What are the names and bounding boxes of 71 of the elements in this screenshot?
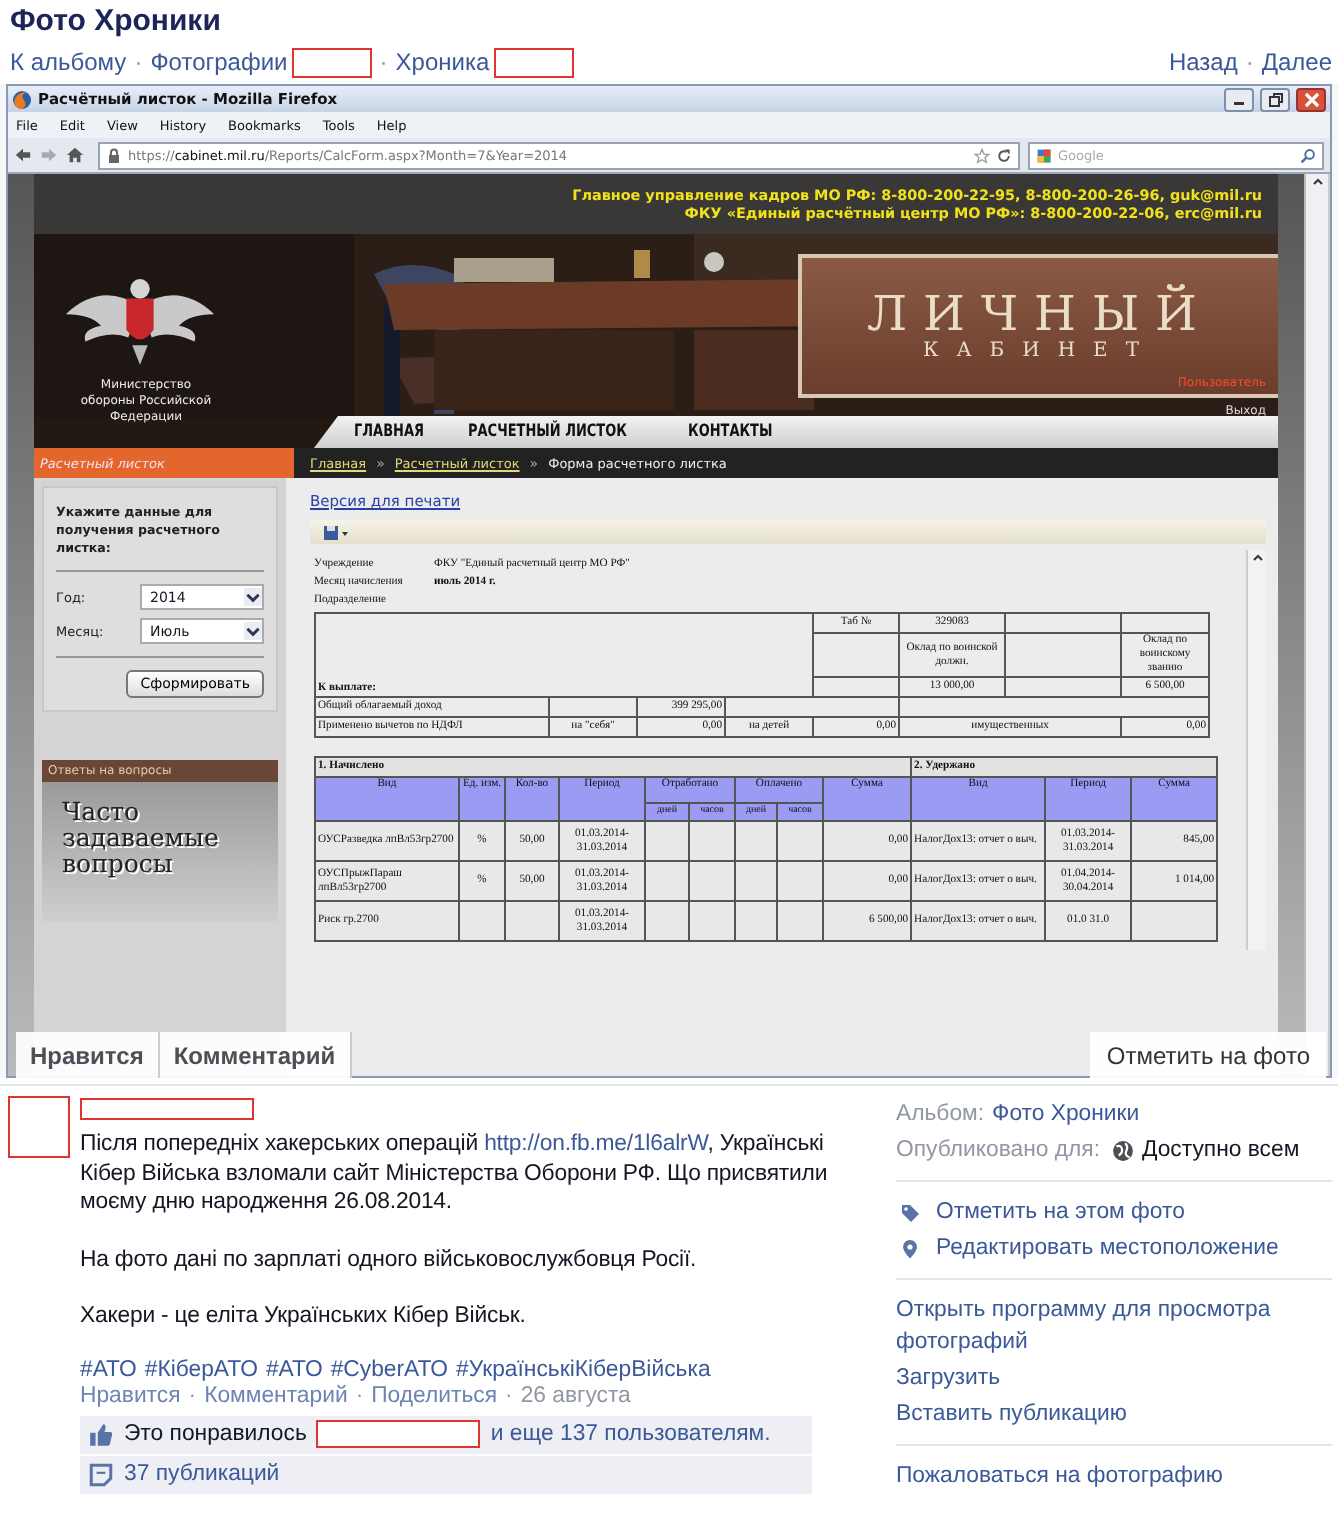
separator-dot: · <box>379 48 388 76</box>
dropdown-icon <box>244 622 262 640</box>
minimize-button[interactable] <box>1224 87 1254 111</box>
star-icon[interactable] <box>974 147 990 163</box>
lock-icon <box>106 147 122 163</box>
browser-logo-icon <box>12 89 32 109</box>
photo-action-button[interactable]: Комментарий <box>159 1032 352 1078</box>
photo-action-button[interactable]: Нравится <box>16 1032 160 1078</box>
search-icon[interactable] <box>1300 147 1316 163</box>
menu-tab[interactable]: РАСЧЕТНЫЙ ЛИСТОК <box>468 422 628 442</box>
share-icon <box>88 1461 114 1487</box>
globe-icon <box>1112 1139 1134 1161</box>
hashtag-link[interactable]: #АТО <box>80 1357 137 1381</box>
nav-link[interactable]: Далее <box>1261 48 1332 76</box>
save-icon[interactable] <box>322 523 350 541</box>
hashtag-link[interactable]: #АТО <box>265 1357 323 1381</box>
reload-icon[interactable] <box>996 147 1012 163</box>
audience-value[interactable]: Доступно всем <box>1142 1138 1300 1162</box>
restore-icon <box>1267 91 1283 107</box>
cabinet-title: ЛИЧНЫЙ <box>867 288 1213 340</box>
separator-dot: · <box>188 1381 197 1411</box>
menu-tab[interactable]: ГЛАВНАЯ <box>354 422 424 442</box>
post-link[interactable]: http://on.fb.me/1l6alrW <box>484 1132 708 1156</box>
report-link[interactable]: Пожаловаться на фотографию <box>896 1460 1332 1492</box>
post-text: На фото дані по зарплаті одного військовослужбовця Росії. <box>80 1245 699 1274</box>
hashtag-link[interactable]: #CyberАТО <box>330 1357 449 1381</box>
nav-link[interactable]: Хроника <box>395 48 490 76</box>
post-text: Після попередніх хакерських операцій http://on.fb.me/1l6alrW, Українські Кібер Війська взломали сайт Міністерства Оборони РФ. Що присвятили моєму дню народження 26.08.2014. <box>80 1130 830 1217</box>
close-button[interactable] <box>1296 87 1326 111</box>
album-label: Альбом: <box>896 1102 985 1126</box>
menu-tab[interactable]: КОНТАКТЫ <box>687 422 772 442</box>
page-title: Фото Хроники <box>8 2 223 42</box>
sidebar-link[interactable]: Открыть программу для просмотра фотографий <box>896 1294 1332 1358</box>
back-icon[interactable] <box>14 146 32 164</box>
restore-button[interactable] <box>1260 87 1290 111</box>
nav-link[interactable]: Назад <box>1168 48 1238 76</box>
shares-link[interactable]: 37 публикаций <box>124 1462 280 1486</box>
hashtag-link[interactable]: #УкраїнськіКіберВійська <box>456 1357 711 1381</box>
tag-photo-button[interactable]: Отметить на фото <box>1090 1032 1326 1078</box>
photo-action-link[interactable]: Редактировать местоположение <box>936 1236 1279 1260</box>
faq-title: Часто задаваемые вопросы <box>62 798 221 876</box>
cabinet-subtitle: КАБИНЕТ <box>922 340 1158 364</box>
sidebar-link[interactable]: Загрузить <box>896 1362 1332 1394</box>
album-link[interactable]: Фото Хроники <box>992 1102 1140 1126</box>
close-icon <box>1303 91 1319 107</box>
separator-dot: · <box>505 1381 513 1411</box>
photo-action-link[interactable]: Отметить на этом фото <box>936 1200 1185 1224</box>
separator-dot: · <box>1245 48 1254 76</box>
separator-dot: · <box>134 48 143 76</box>
post-text: Хакери - це еліта Українських Кібер Військ. <box>80 1302 528 1331</box>
action-link[interactable]: Комментарий <box>204 1381 348 1411</box>
sidebar-link[interactable]: Вставить публикацию <box>896 1398 1332 1430</box>
google-icon <box>1036 147 1052 163</box>
location-pin-icon <box>900 1237 920 1259</box>
likes-text: Это понравилось <box>124 1422 307 1446</box>
separator-dot: · <box>355 1381 364 1411</box>
dropdown-icon <box>244 588 262 606</box>
nav-link[interactable]: Фотографии <box>150 48 288 76</box>
faq-banner[interactable]: Часто задаваемые вопросы <box>42 782 278 922</box>
nav-link[interactable]: К альбому <box>10 48 127 76</box>
scroll-up-icon[interactable] <box>1309 174 1325 190</box>
action-link[interactable]: Нравится <box>80 1381 181 1411</box>
action-link[interactable]: Поделиться <box>371 1381 498 1411</box>
home-icon[interactable] <box>66 146 84 164</box>
thumbs-up-icon <box>88 1421 114 1447</box>
audience-label: Опубликовано для: <box>896 1138 1100 1162</box>
tag-icon <box>900 1201 920 1223</box>
scrollbar[interactable] <box>1246 550 1266 950</box>
scroll-up-icon[interactable] <box>1249 550 1265 566</box>
hashtag-link[interactable]: #КіберАТО <box>144 1357 258 1381</box>
likes-link[interactable]: и еще 137 пользователям. <box>490 1422 771 1446</box>
